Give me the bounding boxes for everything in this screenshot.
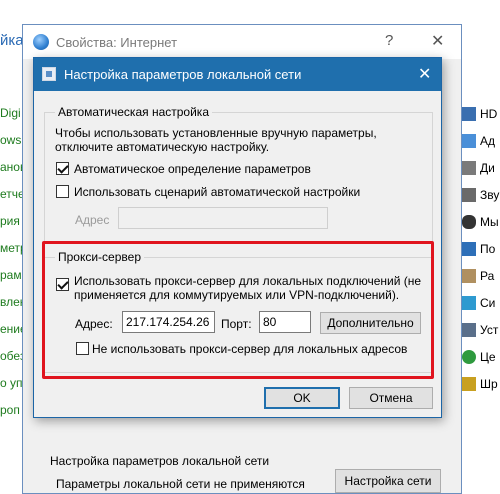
disk-manager-icon xyxy=(462,161,476,175)
cp-item-fonts[interactable]: Шр xyxy=(462,374,498,394)
speaker-icon xyxy=(462,188,476,202)
cp-item-sync[interactable]: Си xyxy=(462,293,495,313)
auto-detect-label[interactable]: Автоматическое определение параметров xyxy=(74,162,311,176)
center-icon xyxy=(462,350,476,364)
hd-audio-icon xyxy=(462,107,476,121)
lan-section-title: Настройка параметров локальной сети xyxy=(50,454,270,468)
cancel-button[interactable]: Отмена xyxy=(349,387,433,409)
cp-item-label: Уст xyxy=(480,323,499,337)
auto-config-legend: Автоматическая настройка xyxy=(55,105,212,119)
search-index-icon xyxy=(462,242,476,256)
region-icon xyxy=(462,269,476,283)
network-settings-icon xyxy=(42,67,56,81)
lan-dialog-titlebar: Настройка параметров локальной сети ✕ xyxy=(34,58,441,91)
internet-globe-icon xyxy=(33,34,49,50)
lan-settings-button[interactable]: Настройка сети xyxy=(335,469,441,493)
cp-item-label: По xyxy=(480,242,496,256)
cp-item-label: Си xyxy=(480,296,496,310)
cp-item-label: Ди xyxy=(480,161,495,175)
internet-properties-titlebar: Свойства: Интернет ? ✕ xyxy=(23,25,461,59)
cp-item-hd[interactable]: HD xyxy=(462,104,497,124)
cp-item-label: Ад xyxy=(480,134,496,148)
cp-item-search[interactable]: По xyxy=(462,239,495,259)
fonts-icon xyxy=(462,377,476,391)
cp-item-sound[interactable]: Зву xyxy=(462,185,499,205)
close-icon[interactable]: ✕ xyxy=(418,64,431,84)
lan-section-text: Параметры локальной сети не применяются xyxy=(56,477,305,491)
cp-item-label: Ра xyxy=(480,269,495,283)
cp-item-label: Це xyxy=(480,350,496,364)
lan-dialog-title: Настройка параметров локальной сети xyxy=(64,67,302,82)
cp-item-label: HD xyxy=(480,107,498,121)
help-button[interactable]: ? xyxy=(385,32,393,49)
script-address-label: Адрес xyxy=(75,213,110,227)
sync-center-icon xyxy=(462,296,476,310)
cp-item-devices[interactable]: Уст xyxy=(462,320,498,340)
proxy-highlight-box xyxy=(42,241,434,379)
cp-item-region[interactable]: Ра xyxy=(462,266,494,286)
devices-icon xyxy=(462,323,476,337)
cp-item-center[interactable]: Це xyxy=(462,347,496,367)
auto-detect-checkbox[interactable] xyxy=(56,162,69,175)
admin-tools-icon xyxy=(462,134,476,148)
control-panel-header-fragment: йка xyxy=(0,32,24,49)
auto-config-description: Чтобы использовать установленные вручную… xyxy=(55,126,377,140)
ok-button[interactable]: OK xyxy=(264,387,340,409)
cp-item-admin[interactable]: Ад xyxy=(462,131,495,151)
cp-item-mouse[interactable]: Мы xyxy=(462,212,499,232)
script-address-field[interactable] xyxy=(118,207,328,229)
left-link[interactable]: роп xyxy=(0,403,20,417)
use-script-label[interactable]: Использовать сценарий автоматической нас… xyxy=(74,185,360,199)
internet-properties-title: Свойства: Интернет xyxy=(56,34,178,50)
close-button[interactable]: ✕ xyxy=(431,31,444,51)
auto-config-description: отключите автоматическую настройку. xyxy=(55,140,270,154)
cp-item-label: Зву xyxy=(480,188,500,202)
use-script-checkbox[interactable] xyxy=(56,185,69,198)
mouse-icon xyxy=(462,215,476,229)
cp-item-label: Мы xyxy=(480,215,499,229)
cp-item-disk[interactable]: Ди xyxy=(462,158,495,178)
cp-item-label: Шр xyxy=(480,377,498,391)
left-link[interactable]: Digi xyxy=(0,106,21,120)
